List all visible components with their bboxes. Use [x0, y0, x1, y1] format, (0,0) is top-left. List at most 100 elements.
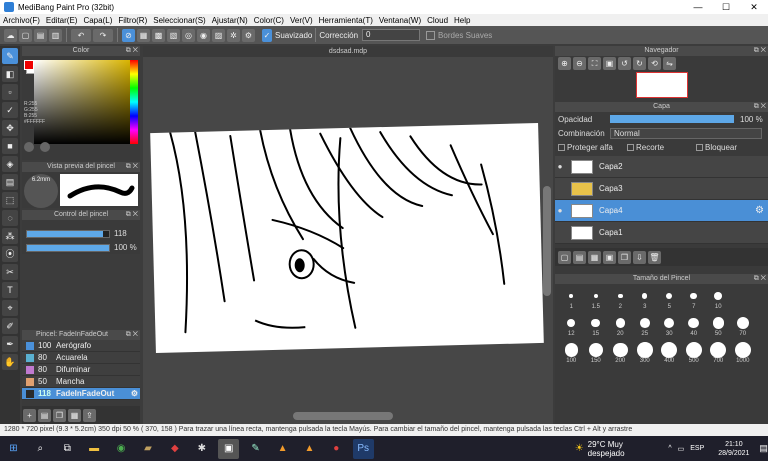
magic-wand-icon[interactable]: ⁂	[2, 228, 18, 244]
panel-options-icon[interactable]: ⧉ ✕	[754, 102, 766, 112]
brush-size-option[interactable]: 3	[633, 288, 658, 310]
panel-options-icon[interactable]: ⧉ ✕	[126, 330, 138, 340]
brush-size-option[interactable]: 2	[608, 288, 633, 310]
brush-size-option[interactable]: 30	[657, 315, 682, 337]
maximize-button[interactable]: ☐	[712, 0, 740, 14]
eyedropper-icon[interactable]: ⦿	[2, 246, 18, 262]
tray-chevron-icon[interactable]: ^	[668, 445, 671, 452]
bucket-tool-icon[interactable]: ◈	[2, 156, 18, 172]
lock-checkbox[interactable]	[696, 143, 703, 151]
windows-start-icon[interactable]: ⊞	[3, 439, 24, 459]
brush-import-icon[interactable]: ⇪	[83, 408, 96, 422]
move-tool-icon[interactable]: ✥	[2, 120, 18, 136]
folder-icon[interactable]: ▰	[138, 439, 159, 459]
merge-layer-icon[interactable]: ⇩	[633, 250, 646, 264]
brush-size-slider[interactable]	[26, 230, 110, 238]
brush-size-option[interactable]: 15	[584, 315, 609, 337]
panel-options-icon[interactable]: ⧉ ✕	[754, 274, 766, 284]
circle-snap-icon[interactable]: ◉	[197, 28, 210, 42]
hand-pen-icon[interactable]: ✐	[2, 318, 18, 334]
parallel-snap-icon[interactable]: ▦	[137, 28, 150, 42]
smoothing-checkbox[interactable]: ✓	[262, 28, 272, 42]
file-explorer-icon[interactable]: ▬	[84, 439, 105, 459]
hand-tool-icon[interactable]: ✋	[2, 354, 18, 370]
correction-select[interactable]: 0	[362, 29, 421, 41]
clip-checkbox[interactable]	[627, 143, 634, 151]
brush-size-option[interactable]: 1000	[731, 342, 756, 364]
layer-settings-icon[interactable]: ⚙	[755, 205, 764, 216]
brush-size-option[interactable]: 300	[633, 342, 658, 364]
brush-tool-icon[interactable]: ✎	[2, 48, 18, 64]
saturation-value-picker[interactable]	[34, 60, 130, 144]
brush-item[interactable]: 100 Aerógrafo	[22, 340, 140, 352]
hue-slider[interactable]	[130, 60, 138, 144]
new-layer-icon[interactable]: ▢	[558, 250, 571, 264]
task-view-icon[interactable]: ⧉	[57, 439, 78, 459]
cloud-icon[interactable]: ☁	[4, 28, 17, 42]
protect-alpha-checkbox[interactable]	[558, 143, 565, 151]
close-button[interactable]: ✕	[740, 0, 768, 14]
brush-size-option[interactable]: 12	[559, 315, 584, 337]
app-red-icon[interactable]: ◆	[164, 439, 185, 459]
brush-size-option[interactable]: 500	[682, 342, 707, 364]
soft-edges-checkbox[interactable]	[426, 30, 436, 40]
brush-size-option[interactable]: 200	[608, 342, 633, 364]
app-gear-icon[interactable]: ✱	[191, 439, 212, 459]
settings-icon[interactable]: ⚙	[242, 28, 255, 42]
menu-ventana[interactable]: Ventana(W)	[376, 16, 424, 25]
brush-size-option[interactable]: 400	[657, 342, 682, 364]
vertical-scrollbar[interactable]	[543, 186, 551, 296]
vlc-icon[interactable]: ▲	[272, 439, 293, 459]
pen-tool-icon[interactable]: ✒	[2, 336, 18, 352]
text-tool-icon[interactable]: T	[2, 282, 18, 298]
redo-icon[interactable]: ↷	[93, 28, 113, 42]
paint-app-icon[interactable]: ✎	[245, 439, 266, 459]
chrome-icon[interactable]: ◉	[111, 439, 132, 459]
brush-size-option[interactable]: 50	[706, 315, 731, 337]
focus-snap-icon[interactable]: ▧	[167, 28, 180, 42]
layer-row-selected[interactable]: ● Capa4 ⚙	[555, 200, 768, 222]
perspective-snap-icon[interactable]: ✲	[227, 28, 240, 42]
brush-size-option[interactable]: 7	[682, 288, 707, 310]
visibility-icon[interactable]: ●	[555, 206, 565, 215]
vlc-icon-2[interactable]: ▲	[299, 439, 320, 459]
document-tab[interactable]: dsdsad.mdp	[143, 46, 553, 57]
select-rect-icon[interactable]: ⬚	[2, 192, 18, 208]
brush-size-option[interactable]: 70	[731, 315, 756, 337]
clock[interactable]: 21:10 28/9/2021	[718, 440, 749, 458]
brush-item[interactable]: 50 Mancha	[22, 376, 140, 388]
blend-mode-select[interactable]: Normal	[610, 127, 762, 139]
menu-cloud[interactable]: Cloud	[424, 16, 451, 25]
panel-options-icon[interactable]: ⧉ ✕	[754, 46, 766, 56]
brush-size-option[interactable]: 700	[706, 342, 731, 364]
panel-options-icon[interactable]: ⧉ ✕	[126, 210, 138, 220]
weather-text[interactable]: 29°C Muy despejado	[588, 440, 659, 458]
zoom-out-icon[interactable]: ⊖	[573, 56, 586, 70]
rotate-left-icon[interactable]: ↺	[618, 56, 631, 70]
copy-brush-icon[interactable]: ❐	[53, 408, 66, 422]
visibility-icon[interactable]: ●	[555, 162, 565, 171]
menu-seleccionar[interactable]: Seleccionar(S)	[150, 16, 208, 25]
brush-opacity-slider[interactable]	[26, 244, 110, 252]
recorder-icon[interactable]: ●	[326, 439, 347, 459]
actual-size-icon[interactable]: ▣	[603, 56, 616, 70]
cut-tool-icon[interactable]: ✂	[2, 264, 18, 280]
search-icon[interactable]: ⌕	[30, 439, 51, 459]
dot-tool-icon[interactable]: ▫	[2, 84, 18, 100]
cross-snap-icon[interactable]: ▩	[152, 28, 165, 42]
brush-size-option[interactable]: 10	[706, 288, 731, 310]
zoom-in-icon[interactable]: ⊕	[558, 56, 571, 70]
brush-size-option[interactable]: 100	[559, 342, 584, 364]
divide-tool-icon[interactable]: ⌖	[2, 300, 18, 316]
menu-editar[interactable]: Editar(E)	[43, 16, 81, 25]
minimize-button[interactable]: —	[684, 0, 712, 14]
fit-icon[interactable]: ⛶	[588, 56, 601, 70]
brush-folder-icon[interactable]: ▦	[68, 408, 81, 422]
menu-color[interactable]: Color(C)	[251, 16, 287, 25]
brush-size-option[interactable]: 5	[657, 288, 682, 310]
open-icon[interactable]: ▤	[34, 28, 47, 42]
palette-icon[interactable]	[24, 142, 34, 152]
horizontal-scrollbar[interactable]	[293, 412, 393, 420]
duplicate-layer-icon[interactable]: ❐	[618, 250, 631, 264]
brush-size-option[interactable]: 150	[584, 342, 609, 364]
